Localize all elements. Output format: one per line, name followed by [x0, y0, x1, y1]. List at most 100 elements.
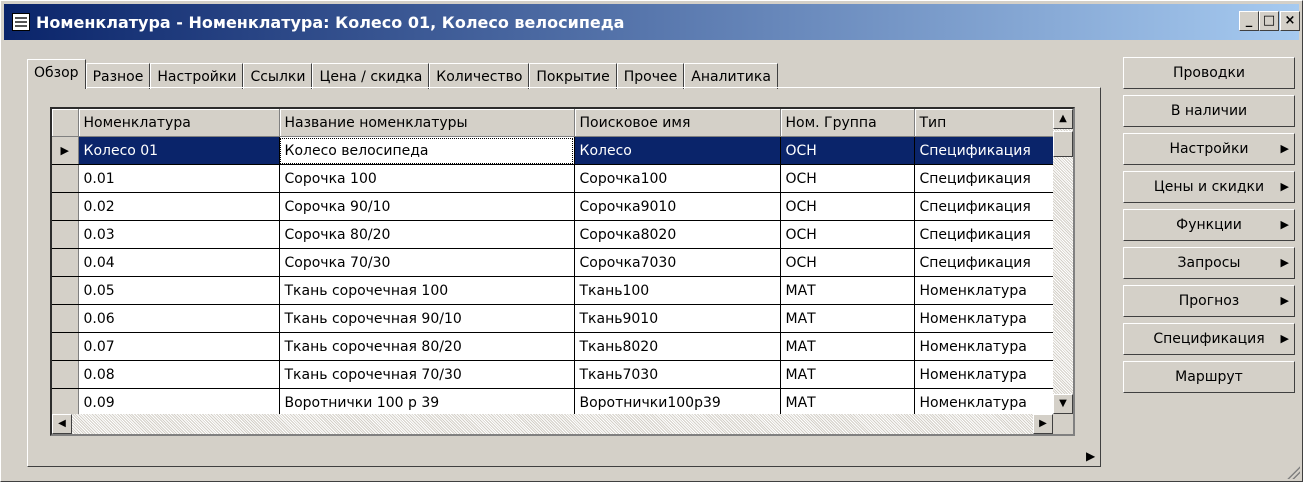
row-selector[interactable] [52, 164, 79, 193]
row-selector[interactable] [52, 192, 79, 221]
functions-menu-button[interactable]: Функции ▶ [1123, 209, 1295, 241]
resize-grip-icon[interactable] [1286, 465, 1300, 479]
tab-coverage[interactable]: Покрытие [529, 63, 617, 89]
tab-misc[interactable]: Разное [85, 63, 151, 89]
table-row[interactable]: 0.09 Воротнички 100 р 39 Воротнички100р3… [52, 388, 1054, 417]
scroll-down-icon[interactable]: ▼ [1053, 394, 1073, 414]
title-bar[interactable]: Номенклатура - Номенклатура: Колесо 01, … [4, 4, 1300, 40]
minimize-button[interactable]: _ [1239, 11, 1259, 31]
cell-item-group[interactable]: МАТ [780, 304, 915, 333]
scroll-up-icon[interactable]: ▲ [1053, 109, 1073, 129]
cell-search-name[interactable]: Ткань9010 [574, 304, 781, 333]
table-row[interactable]: 0.06 Ткань сорочечная 90/10 Ткань9010 МА… [52, 304, 1054, 333]
scroll-left-icon[interactable]: ◀ [52, 414, 72, 434]
cell-search-name[interactable]: Сорочка9010 [574, 192, 781, 221]
cell-item-name[interactable]: Колесо велосипеда [279, 136, 575, 165]
cell-type[interactable]: Номенклатура [914, 332, 1054, 361]
row-selector[interactable] [52, 220, 79, 249]
cell-search-name[interactable]: Ткань100 [574, 276, 781, 305]
cell-search-name[interactable]: Сорочка7030 [574, 248, 781, 277]
tab-references[interactable]: Ссылки [243, 63, 313, 89]
items-grid[interactable]: Номенклатура Название номенклатуры Поиск… [50, 107, 1075, 436]
on-hand-button[interactable]: В наличии [1123, 95, 1295, 127]
table-row[interactable]: 0.02 Сорочка 90/10 Сорочка9010 ОСН Специ… [52, 192, 1054, 221]
cell-item-name[interactable]: Ткань сорочечная 90/10 [279, 304, 575, 333]
route-button[interactable]: Маршрут [1123, 361, 1295, 393]
cell-search-name[interactable]: Колесо [574, 136, 781, 165]
cell-item-name[interactable]: Воротнички 100 р 39 [279, 388, 575, 417]
transactions-button[interactable]: Проводки [1123, 57, 1295, 89]
cell-item-group[interactable]: МАТ [780, 276, 915, 305]
table-row[interactable]: 0.04 Сорочка 70/30 Сорочка7030 ОСН Специ… [52, 248, 1054, 277]
cell-search-name[interactable]: Ткань8020 [574, 332, 781, 361]
cell-type[interactable]: Спецификация [914, 136, 1054, 165]
cell-item-name[interactable]: Ткань сорочечная 100 [279, 276, 575, 305]
column-header-item-group[interactable]: Ном. Группа [780, 109, 915, 137]
cell-item-name[interactable]: Ткань сорочечная 80/20 [279, 332, 575, 361]
cell-item-name[interactable]: Сорочка 90/10 [279, 192, 575, 221]
horizontal-scrollbar[interactable]: ◀ ▶ [52, 414, 1053, 434]
tab-quantity[interactable]: Количество [429, 63, 530, 89]
inquiries-menu-button[interactable]: Запросы ▶ [1123, 247, 1295, 279]
cell-type[interactable]: Номенклатура [914, 276, 1054, 305]
forecast-menu-button[interactable]: Прогноз ▶ [1123, 285, 1295, 317]
tab-analytics[interactable]: Аналитика [684, 63, 778, 89]
cell-type[interactable]: Номенклатура [914, 388, 1054, 417]
cell-item-number[interactable]: 0.07 [78, 332, 280, 361]
prices-discounts-menu-button[interactable]: Цены и скидки ▶ [1123, 171, 1295, 203]
cell-item-name[interactable]: Ткань сорочечная 70/30 [279, 360, 575, 389]
scroll-thumb[interactable] [1053, 131, 1073, 157]
column-header-item-name[interactable]: Название номенклатуры [279, 109, 575, 137]
cell-type[interactable]: Номенклатура [914, 304, 1054, 333]
row-selector[interactable] [52, 388, 79, 417]
cell-item-group[interactable]: ОСН [780, 220, 915, 249]
cell-item-number[interactable]: 0.04 [78, 248, 280, 277]
cell-item-group[interactable]: МАТ [780, 360, 915, 389]
column-header-search-name[interactable]: Поисковое имя [574, 109, 781, 137]
close-button[interactable]: × [1280, 11, 1300, 31]
cell-item-name[interactable]: Сорочка 80/20 [279, 220, 575, 249]
table-row[interactable]: 0.05 Ткань сорочечная 100 Ткань100 МАТ Н… [52, 276, 1054, 305]
cell-type[interactable]: Спецификация [914, 220, 1054, 249]
row-selector[interactable] [52, 332, 79, 361]
cell-item-name[interactable]: Сорочка 100 [279, 164, 575, 193]
cell-search-name[interactable]: Сорочка100 [574, 164, 781, 193]
table-row[interactable]: 0.07 Ткань сорочечная 80/20 Ткань8020 МА… [52, 332, 1054, 361]
cell-item-name[interactable]: Сорочка 70/30 [279, 248, 575, 277]
row-selector[interactable] [52, 360, 79, 389]
cell-item-number[interactable]: 0.08 [78, 360, 280, 389]
cell-item-number[interactable]: 0.06 [78, 304, 280, 333]
cell-item-group[interactable]: ОСН [780, 248, 915, 277]
cell-item-group[interactable]: МАТ [780, 388, 915, 417]
table-row[interactable]: 0.01 Сорочка 100 Сорочка100 ОСН Специфик… [52, 164, 1054, 193]
tab-price-discount[interactable]: Цена / скидка [312, 63, 430, 89]
vertical-scrollbar[interactable]: ▲ ▼ [1053, 109, 1073, 414]
row-selector[interactable] [52, 276, 79, 305]
maximize-button[interactable]: □ [1259, 11, 1279, 31]
cell-item-number[interactable]: 0.09 [78, 388, 280, 417]
cell-item-group[interactable]: ОСН [780, 136, 915, 165]
tab-overview[interactable]: Обзор [27, 59, 86, 89]
table-row[interactable]: ▶ Колесо 01 Колесо велосипеда Колесо ОСН… [52, 136, 1054, 165]
table-row[interactable]: 0.08 Ткань сорочечная 70/30 Ткань7030 МА… [52, 360, 1054, 389]
cell-search-name[interactable]: Ткань7030 [574, 360, 781, 389]
row-selector[interactable] [52, 304, 79, 333]
column-header-item-number[interactable]: Номенклатура [78, 109, 280, 137]
cell-search-name[interactable]: Воротнички100р39 [574, 388, 781, 417]
cell-item-number[interactable]: 0.02 [78, 192, 280, 221]
cell-item-number[interactable]: 0.05 [78, 276, 280, 305]
cell-item-number[interactable]: 0.03 [78, 220, 280, 249]
cell-type[interactable]: Спецификация [914, 192, 1054, 221]
cell-item-group[interactable]: МАТ [780, 332, 915, 361]
scroll-right-icon[interactable]: ▶ [1033, 414, 1053, 434]
cell-item-group[interactable]: ОСН [780, 192, 915, 221]
cell-type[interactable]: Спецификация [914, 248, 1054, 277]
cell-search-name[interactable]: Сорочка8020 [574, 220, 781, 249]
setup-menu-button[interactable]: Настройки ▶ [1123, 133, 1295, 165]
cell-item-number[interactable]: 0.01 [78, 164, 280, 193]
cell-item-number[interactable]: Колесо 01 [78, 136, 280, 165]
table-row[interactable]: 0.03 Сорочка 80/20 Сорочка8020 ОСН Специ… [52, 220, 1054, 249]
cell-type[interactable]: Спецификация [914, 164, 1054, 193]
cell-type[interactable]: Номенклатура [914, 360, 1054, 389]
tab-setup[interactable]: Настройки [150, 63, 244, 89]
